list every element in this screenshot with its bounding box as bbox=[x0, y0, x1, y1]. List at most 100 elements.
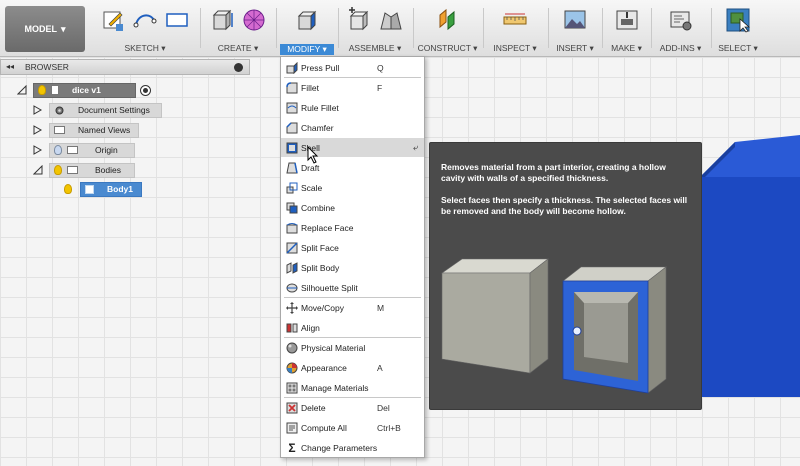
sketch-create-icon[interactable] bbox=[100, 7, 126, 33]
group-label-assemble: ASSEMBLE bbox=[348, 43, 395, 53]
menu-item-rule-fillet[interactable]: Rule Fillet bbox=[281, 98, 424, 117]
toolbar-divider bbox=[413, 8, 414, 48]
tooltip-description: Removes material from a part interior, c… bbox=[441, 162, 666, 183]
menu-item-split-face[interactable]: Split Face bbox=[281, 238, 424, 257]
pin-icon[interactable]: ⤶ bbox=[413, 142, 418, 153]
visibility-bulb-icon[interactable] bbox=[54, 145, 62, 155]
toolbar-group-make[interactable]: MAKE ▾ bbox=[604, 0, 649, 57]
physical-material-icon bbox=[286, 342, 298, 353]
shell-illustration bbox=[441, 258, 667, 394]
visibility-bulb-icon[interactable] bbox=[64, 184, 72, 194]
toolbar-group-add-ins[interactable]: ADD-INS ▾ bbox=[653, 0, 708, 57]
tree-row-root[interactable]: dice v1 bbox=[17, 82, 151, 98]
scale-icon bbox=[286, 182, 298, 193]
scripts-icon[interactable] bbox=[668, 7, 694, 33]
select-icon[interactable] bbox=[725, 7, 751, 33]
tree-row-named-views[interactable]: Named Views bbox=[33, 122, 139, 138]
expand-right-icon[interactable] bbox=[33, 145, 43, 155]
toolbar-group-insert[interactable]: INSERT ▾ bbox=[550, 0, 600, 57]
toolbar-group-inspect[interactable]: INSPECT ▾ bbox=[485, 0, 545, 57]
press-pull-icon bbox=[286, 61, 298, 74]
split-face-icon bbox=[286, 241, 298, 254]
toolbar-divider bbox=[483, 8, 484, 48]
toolbar: MODEL ▾ SKETCH ▾ CREATE ▾ MODIFY ▾ ASSEM… bbox=[0, 0, 800, 57]
group-label-sketch: SKETCH bbox=[124, 43, 159, 53]
modify-dropdown-menu: Press Pull Q Fillet F Rule Fillet Chamfe… bbox=[280, 56, 425, 458]
body-front-face[interactable] bbox=[700, 177, 800, 397]
menu-item-combine[interactable]: Combine bbox=[281, 198, 424, 217]
browser-header[interactable]: ◂◂ BROWSER bbox=[0, 59, 250, 75]
folder-icon bbox=[54, 126, 65, 134]
shell-icon bbox=[286, 142, 298, 153]
shell-tooltip: Removes material from a part interior, c… bbox=[429, 142, 702, 410]
delete-icon bbox=[286, 402, 298, 413]
form-icon[interactable] bbox=[241, 7, 267, 33]
visibility-bulb-icon[interactable] bbox=[38, 85, 46, 95]
visibility-bulb-icon[interactable] bbox=[54, 165, 62, 175]
arc-icon[interactable] bbox=[132, 7, 158, 33]
root-component[interactable]: dice v1 bbox=[33, 82, 136, 98]
offset-plane-icon[interactable] bbox=[435, 7, 461, 33]
toolbar-group-create[interactable]: CREATE ▾ bbox=[203, 0, 273, 57]
toolbar-divider bbox=[276, 8, 277, 48]
extrude-icon[interactable] bbox=[209, 7, 235, 33]
menu-item-replace-face[interactable]: Replace Face bbox=[281, 218, 424, 237]
menu-item-split-body[interactable]: Split Body bbox=[281, 258, 424, 277]
expand-down-icon[interactable] bbox=[17, 85, 27, 95]
document-settings-node[interactable]: Document Settings bbox=[49, 102, 162, 118]
rectangle-icon[interactable] bbox=[164, 7, 190, 33]
expand-down-icon[interactable] bbox=[33, 165, 43, 175]
toolbar-group-construct[interactable]: CONSTRUCT ▾ bbox=[415, 0, 480, 57]
menu-item-physical-material[interactable]: Physical Material bbox=[281, 338, 424, 357]
tree-row-document-settings[interactable]: Document Settings bbox=[33, 102, 162, 118]
menu-item-delete[interactable]: Delete Del bbox=[281, 398, 424, 417]
menu-item-scale[interactable]: Scale bbox=[281, 178, 424, 197]
menu-item-appearance[interactable]: Appearance A bbox=[281, 358, 424, 377]
menu-item-change-parameters[interactable]: Σ Change Parameters bbox=[281, 438, 424, 457]
tree-row-bodies[interactable]: Bodies bbox=[33, 162, 135, 178]
appearance-icon bbox=[286, 362, 298, 373]
expand-right-icon[interactable] bbox=[33, 125, 43, 135]
group-label-construct: CONSTRUCT bbox=[417, 43, 471, 53]
menu-item-fillet[interactable]: Fillet F bbox=[281, 78, 424, 97]
combine-icon bbox=[286, 202, 298, 213]
menu-item-move-copy[interactable]: Move/Copy M bbox=[281, 298, 424, 317]
toolbar-group-sketch[interactable]: SKETCH ▾ bbox=[95, 0, 195, 57]
tree-row-origin[interactable]: Origin bbox=[33, 142, 135, 158]
menu-item-compute-all[interactable]: Compute All Ctrl+B bbox=[281, 418, 424, 437]
new-component-icon[interactable] bbox=[346, 7, 372, 33]
folder-icon bbox=[67, 166, 78, 174]
measure-icon[interactable] bbox=[502, 7, 528, 33]
toolbar-group-modify[interactable]: MODIFY ▾ bbox=[278, 0, 336, 57]
toolbar-divider bbox=[651, 8, 652, 48]
expand-right-icon[interactable] bbox=[33, 105, 43, 115]
toolbar-group-assemble[interactable]: ASSEMBLE ▾ bbox=[340, 0, 410, 57]
origin-node[interactable]: Origin bbox=[49, 142, 135, 158]
body-top-face[interactable] bbox=[700, 135, 800, 177]
menu-item-silhouette-split[interactable]: Silhouette Split bbox=[281, 278, 424, 297]
compute-all-icon bbox=[286, 422, 298, 433]
insert-image-icon[interactable] bbox=[562, 7, 588, 33]
tree-label: Bodies bbox=[95, 165, 121, 175]
joint-icon[interactable] bbox=[378, 7, 404, 33]
minimize-icon[interactable] bbox=[234, 63, 243, 72]
silhouette-split-icon bbox=[286, 283, 298, 292]
tree-row-body1[interactable]: Body1 bbox=[64, 181, 142, 197]
3d-print-icon[interactable] bbox=[614, 7, 640, 33]
menu-item-manage-materials[interactable]: Manage Materials bbox=[281, 378, 424, 397]
activate-component-icon[interactable] bbox=[140, 84, 151, 96]
press-pull-icon[interactable] bbox=[294, 7, 320, 33]
named-views-node[interactable]: Named Views bbox=[49, 122, 139, 138]
draft-icon bbox=[286, 162, 298, 173]
body1-node[interactable]: Body1 bbox=[80, 181, 142, 197]
menu-item-shell[interactable]: Shell ⤶ bbox=[281, 138, 424, 157]
menu-item-chamfer[interactable]: Chamfer bbox=[281, 118, 424, 137]
workspace-switcher[interactable]: MODEL ▾ bbox=[5, 6, 85, 52]
menu-item-press-pull[interactable]: Press Pull Q bbox=[281, 58, 424, 77]
menu-item-align[interactable]: Align bbox=[281, 318, 424, 337]
collapse-icon[interactable]: ◂◂ bbox=[6, 62, 14, 71]
tooltip-instructions: Select faces then specify a thickness. T… bbox=[441, 195, 688, 216]
bodies-node[interactable]: Bodies bbox=[49, 162, 135, 178]
toolbar-group-select[interactable]: SELECT ▾ bbox=[713, 0, 763, 57]
menu-item-draft[interactable]: Draft bbox=[281, 158, 424, 177]
